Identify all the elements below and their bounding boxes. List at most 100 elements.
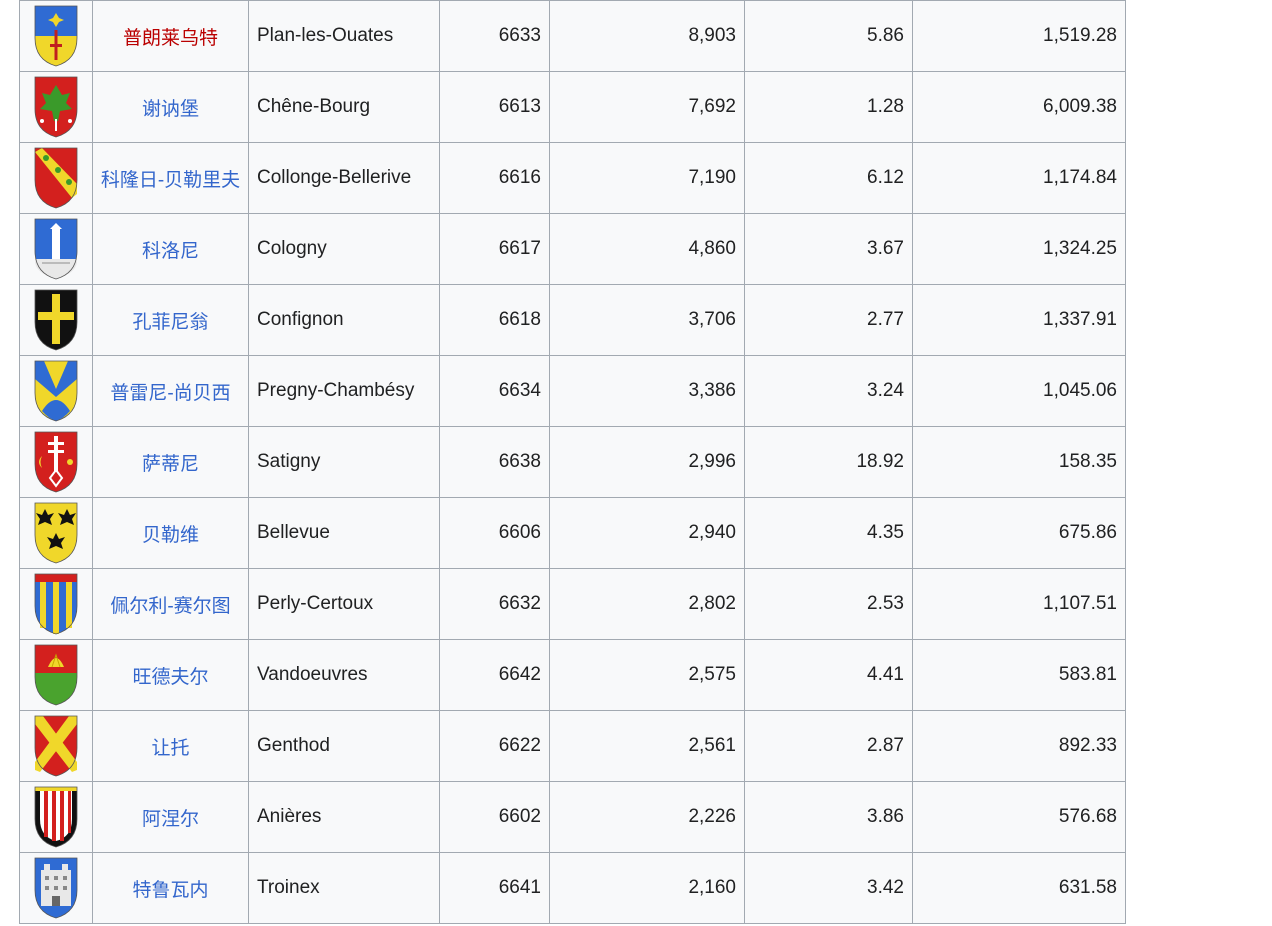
arms-cell[interactable] bbox=[19, 142, 93, 214]
commune-name: Pregny-Chambésy bbox=[248, 355, 440, 427]
chinese-name-cell: 旺德夫尔 bbox=[92, 639, 249, 711]
area: 6.12 bbox=[744, 142, 913, 214]
density: 1,045.06 bbox=[912, 355, 1126, 427]
area: 1.28 bbox=[744, 71, 913, 143]
arms-cell[interactable] bbox=[19, 639, 93, 711]
density: 1,174.84 bbox=[912, 142, 1126, 214]
table-row: 科洛尼 Cologny 6617 4,860 3.67 1,324.25 bbox=[19, 213, 1126, 285]
area: 2.53 bbox=[744, 568, 913, 640]
bfs-code: 6633 bbox=[439, 0, 550, 72]
bfs-code: 6641 bbox=[439, 852, 550, 924]
commune-link[interactable]: 普朗莱乌特 bbox=[123, 28, 218, 49]
commune-name: Confignon bbox=[248, 284, 440, 356]
table-row: 佩尔利-赛尔图 Perly-Certoux 6632 2,802 2.53 1,107.5… bbox=[19, 568, 1126, 640]
arms-cell[interactable] bbox=[19, 71, 93, 143]
commune-link[interactable]: 萨蒂尼 bbox=[142, 454, 199, 475]
pregny-chambesy-coat-of-arms-icon[interactable] bbox=[31, 359, 81, 423]
table-row: 贝勒维 Bellevue 6606 2,940 4.35 675.86 bbox=[19, 497, 1126, 569]
population: 7,190 bbox=[549, 142, 745, 214]
chinese-name-cell: 让托 bbox=[92, 710, 249, 782]
population: 3,706 bbox=[549, 284, 745, 356]
anieres-coat-of-arms-icon[interactable] bbox=[31, 785, 81, 849]
density: 631.58 bbox=[912, 852, 1126, 924]
table-row: 普朗莱乌特 Plan-les-Ouates 6633 8,903 5.86 1,519.2… bbox=[19, 0, 1126, 72]
commune-name: Anières bbox=[248, 781, 440, 853]
collonge-bellerive-coat-of-arms-icon[interactable] bbox=[31, 146, 81, 210]
bfs-code: 6634 bbox=[439, 355, 550, 427]
area: 3.86 bbox=[744, 781, 913, 853]
satigny-coat-of-arms-icon[interactable] bbox=[31, 430, 81, 494]
commune-link[interactable]: 科洛尼 bbox=[142, 241, 199, 262]
commune-name: Genthod bbox=[248, 710, 440, 782]
area: 2.87 bbox=[744, 710, 913, 782]
bfs-code: 6642 bbox=[439, 639, 550, 711]
arms-cell[interactable] bbox=[19, 568, 93, 640]
bfs-code: 6616 bbox=[439, 142, 550, 214]
arms-cell[interactable] bbox=[19, 213, 93, 285]
chene-bourg-coat-of-arms-icon[interactable] bbox=[31, 75, 81, 139]
population: 4,860 bbox=[549, 213, 745, 285]
density: 1,519.28 bbox=[912, 0, 1126, 72]
commune-name: Satigny bbox=[248, 426, 440, 498]
cologny-coat-of-arms-icon[interactable] bbox=[31, 217, 81, 281]
confignon-coat-of-arms-icon[interactable] bbox=[31, 288, 81, 352]
chinese-name-cell: 萨蒂尼 bbox=[92, 426, 249, 498]
arms-cell[interactable] bbox=[19, 497, 93, 569]
commune-link[interactable]: 旺德夫尔 bbox=[132, 667, 208, 688]
commune-link[interactable]: 佩尔利-赛尔图 bbox=[110, 596, 230, 617]
table-row: 旺德夫尔 Vandoeuvres 6642 2,575 4.41 583.81 bbox=[19, 639, 1126, 711]
area: 5.86 bbox=[744, 0, 913, 72]
bfs-code: 6613 bbox=[439, 71, 550, 143]
table-row: 普雷尼-尚贝西 Pregny-Chambésy 6634 3,386 3.24 1,045… bbox=[19, 355, 1126, 427]
commune-link[interactable]: 让托 bbox=[151, 738, 189, 759]
area: 3.42 bbox=[744, 852, 913, 924]
table-row: 萨蒂尼 Satigny 6638 2,996 18.92 158.35 bbox=[19, 426, 1126, 498]
area: 4.35 bbox=[744, 497, 913, 569]
perly-certoux-coat-of-arms-icon[interactable] bbox=[31, 572, 81, 636]
communes-table: 普朗莱乌特 Plan-les-Ouates 6633 8,903 5.86 1,519.2… bbox=[19, 0, 1126, 924]
area: 2.77 bbox=[744, 284, 913, 356]
population: 8,903 bbox=[549, 0, 745, 72]
troinex-coat-of-arms-icon[interactable] bbox=[31, 856, 81, 920]
commune-name: Chêne-Bourg bbox=[248, 71, 440, 143]
density: 1,107.51 bbox=[912, 568, 1126, 640]
chinese-name-cell: 佩尔利-赛尔图 bbox=[92, 568, 249, 640]
population: 2,561 bbox=[549, 710, 745, 782]
density: 576.68 bbox=[912, 781, 1126, 853]
population: 2,802 bbox=[549, 568, 745, 640]
population: 2,160 bbox=[549, 852, 745, 924]
genthod-coat-of-arms-icon[interactable] bbox=[31, 714, 81, 778]
population: 7,692 bbox=[549, 71, 745, 143]
bellevue-coat-of-arms-icon[interactable] bbox=[31, 501, 81, 565]
chinese-name-cell: 普朗莱乌特 bbox=[92, 0, 249, 72]
table-body: 普朗莱乌特 Plan-les-Ouates 6633 8,903 5.86 1,519.2… bbox=[19, 0, 1126, 924]
arms-cell[interactable] bbox=[19, 355, 93, 427]
area: 4.41 bbox=[744, 639, 913, 711]
commune-link[interactable]: 特鲁瓦内 bbox=[132, 880, 208, 901]
arms-cell[interactable] bbox=[19, 426, 93, 498]
commune-link[interactable]: 科隆日-贝勒里夫 bbox=[101, 170, 240, 191]
commune-name: Cologny bbox=[248, 213, 440, 285]
population: 2,226 bbox=[549, 781, 745, 853]
plan-les-ouates-coat-of-arms-icon[interactable] bbox=[31, 4, 81, 68]
commune-link[interactable]: 谢讷堡 bbox=[142, 99, 199, 120]
population: 2,996 bbox=[549, 426, 745, 498]
arms-cell[interactable] bbox=[19, 0, 93, 72]
arms-cell[interactable] bbox=[19, 852, 93, 924]
area: 3.67 bbox=[744, 213, 913, 285]
commune-link[interactable]: 普雷尼-尚贝西 bbox=[110, 383, 230, 404]
table-row: 科隆日-贝勒里夫 Collonge-Bellerive 6616 7,190 6.12 1… bbox=[19, 142, 1126, 214]
arms-cell[interactable] bbox=[19, 284, 93, 356]
vandoeuvres-coat-of-arms-icon[interactable] bbox=[31, 643, 81, 707]
arms-cell[interactable] bbox=[19, 781, 93, 853]
arms-cell[interactable] bbox=[19, 710, 93, 782]
density: 583.81 bbox=[912, 639, 1126, 711]
commune-link[interactable]: 孔菲尼翁 bbox=[132, 312, 208, 333]
density: 1,324.25 bbox=[912, 213, 1126, 285]
chinese-name-cell: 阿涅尔 bbox=[92, 781, 249, 853]
commune-link[interactable]: 贝勒维 bbox=[142, 525, 199, 546]
population: 2,940 bbox=[549, 497, 745, 569]
commune-link[interactable]: 阿涅尔 bbox=[142, 809, 199, 830]
bfs-code: 6618 bbox=[439, 284, 550, 356]
chinese-name-cell: 孔菲尼翁 bbox=[92, 284, 249, 356]
